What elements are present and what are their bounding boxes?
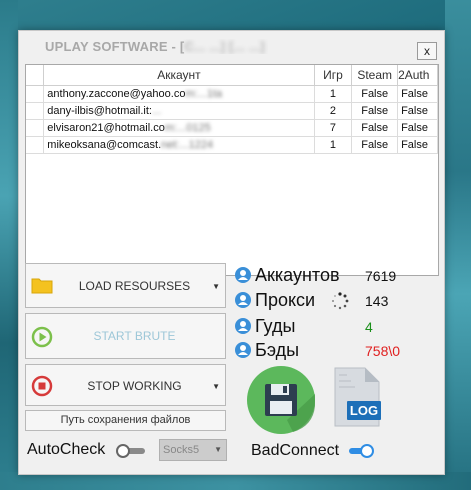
row-selector[interactable] [26, 102, 45, 120]
twoauth-cell: False [397, 119, 438, 137]
load-resources-label: LOAD RESOURSES [78, 279, 191, 293]
account-text: elvisaron21@hotmail.co [47, 121, 165, 134]
account-cell: anthony.zaccone@yahoo.com:...1ta [43, 85, 315, 103]
table-header-row: Аккаунт Игр Steam 2Auth [26, 65, 438, 86]
games-cell: 1 [314, 85, 353, 103]
proxy-type-value: Socks5 [163, 444, 200, 456]
table-row[interactable]: anthony.zaccone@yahoo.com:...1ta 1 False… [26, 85, 438, 103]
user-icon [235, 267, 251, 283]
steam-cell: False [351, 136, 399, 154]
column-header-select[interactable] [26, 65, 45, 86]
account-cell: dany-ilbis@hotmail.it:... [43, 102, 315, 120]
proxies-value: 143 [365, 293, 389, 309]
row-selector[interactable] [26, 136, 45, 154]
proxies-label: Прокси [255, 290, 316, 310]
autocheck-toggle[interactable] [116, 444, 148, 458]
window-title: UPLAY SOFTWARE - [C... ...] [... ...] [45, 39, 395, 54]
stop-working-button[interactable]: STOP WORKING ▼ [25, 364, 226, 406]
loading-spinner-icon [331, 292, 349, 315]
table-row[interactable]: dany-ilbis@hotmail.it:... 2 False False [26, 102, 438, 120]
user-icon [235, 292, 251, 308]
table-row[interactable]: mikeoksana@comcast.net:...1224 1 False F… [26, 136, 438, 154]
window-title-obscured: C... ...] [... ...] [184, 39, 265, 54]
load-resources-button[interactable]: LOAD RESOURSES ▼ [25, 263, 226, 308]
chevron-down-icon[interactable]: ▼ [212, 382, 220, 391]
bads-value: 758\0 [365, 343, 401, 359]
twoauth-cell: False [397, 85, 438, 103]
account-obscured: m:...0125 [164, 121, 211, 134]
account-text: anthony.zaccone@yahoo.co [47, 87, 186, 100]
twoauth-cell: False [397, 136, 438, 154]
games-cell: 1 [314, 136, 353, 154]
account-obscured: ... [152, 104, 162, 117]
app-window: UPLAY SOFTWARE - [C... ...] [... ...] x … [18, 30, 445, 475]
account-text: mikeoksana@comcast. [47, 138, 162, 151]
window-title-text: UPLAY SOFTWARE - [ [45, 39, 185, 54]
account-obscured: m:...1ta [185, 87, 223, 100]
table-row[interactable]: elvisaron21@hotmail.com:...0125 7 False … [26, 119, 438, 137]
games-cell: 2 [314, 102, 353, 120]
row-selector[interactable] [26, 119, 45, 137]
close-button[interactable]: x [417, 42, 437, 60]
goods-value: 4 [365, 319, 373, 335]
account-text: dany-ilbis@hotmail.it: [47, 104, 152, 117]
column-header-steam[interactable]: Steam [351, 65, 399, 86]
desktop-background-right [445, 0, 471, 490]
accounts-label: Аккаунтов [255, 265, 340, 285]
stop-working-label: STOP WORKING [87, 379, 182, 393]
account-cell: mikeoksana@comcast.net:...1224 [43, 136, 315, 154]
proxy-type-select[interactable]: Socks5 ▼ [159, 439, 227, 461]
floppy-disk-icon[interactable] [247, 366, 315, 434]
log-file-icon[interactable]: LOG [331, 367, 383, 427]
play-icon [31, 326, 53, 351]
goods-label: Гуды [255, 316, 296, 336]
user-icon [235, 318, 251, 334]
user-icon [235, 342, 251, 358]
accounts-value: 7619 [365, 268, 397, 284]
desktop-background-left [0, 0, 18, 490]
toggle-knob [360, 444, 374, 458]
chevron-down-icon[interactable]: ▼ [212, 282, 220, 291]
start-brute-label: START BRUTE [93, 329, 176, 343]
log-label: LOG [350, 403, 378, 418]
account-obscured: net:...1224 [161, 138, 214, 151]
games-cell: 7 [314, 119, 353, 137]
row-selector[interactable] [26, 85, 45, 103]
twoauth-cell: False [397, 102, 438, 120]
column-header-games[interactable]: Игр [314, 65, 353, 86]
stop-icon [31, 375, 53, 400]
chevron-down-icon: ▼ [214, 445, 222, 454]
account-cell: elvisaron21@hotmail.com:...0125 [43, 119, 315, 137]
accounts-table[interactable]: Аккаунт Игр Steam 2Auth anthony.zaccone@… [25, 64, 439, 276]
autocheck-label: AutoCheck [27, 441, 106, 458]
save-path-button[interactable]: Путь сохранения файлов [25, 410, 226, 431]
steam-cell: False [351, 119, 399, 137]
badconnect-toggle[interactable] [344, 444, 376, 458]
badconnect-label: BadConnect [251, 442, 340, 459]
start-brute-button[interactable]: START BRUTE [25, 313, 226, 359]
steam-cell: False [351, 85, 399, 103]
steam-cell: False [351, 102, 399, 120]
toggle-knob [116, 444, 130, 458]
folder-icon [31, 276, 53, 297]
column-header-2auth[interactable]: 2Auth [397, 65, 438, 86]
column-header-account[interactable]: Аккаунт [43, 65, 315, 86]
bads-label: Бэды [255, 340, 300, 360]
